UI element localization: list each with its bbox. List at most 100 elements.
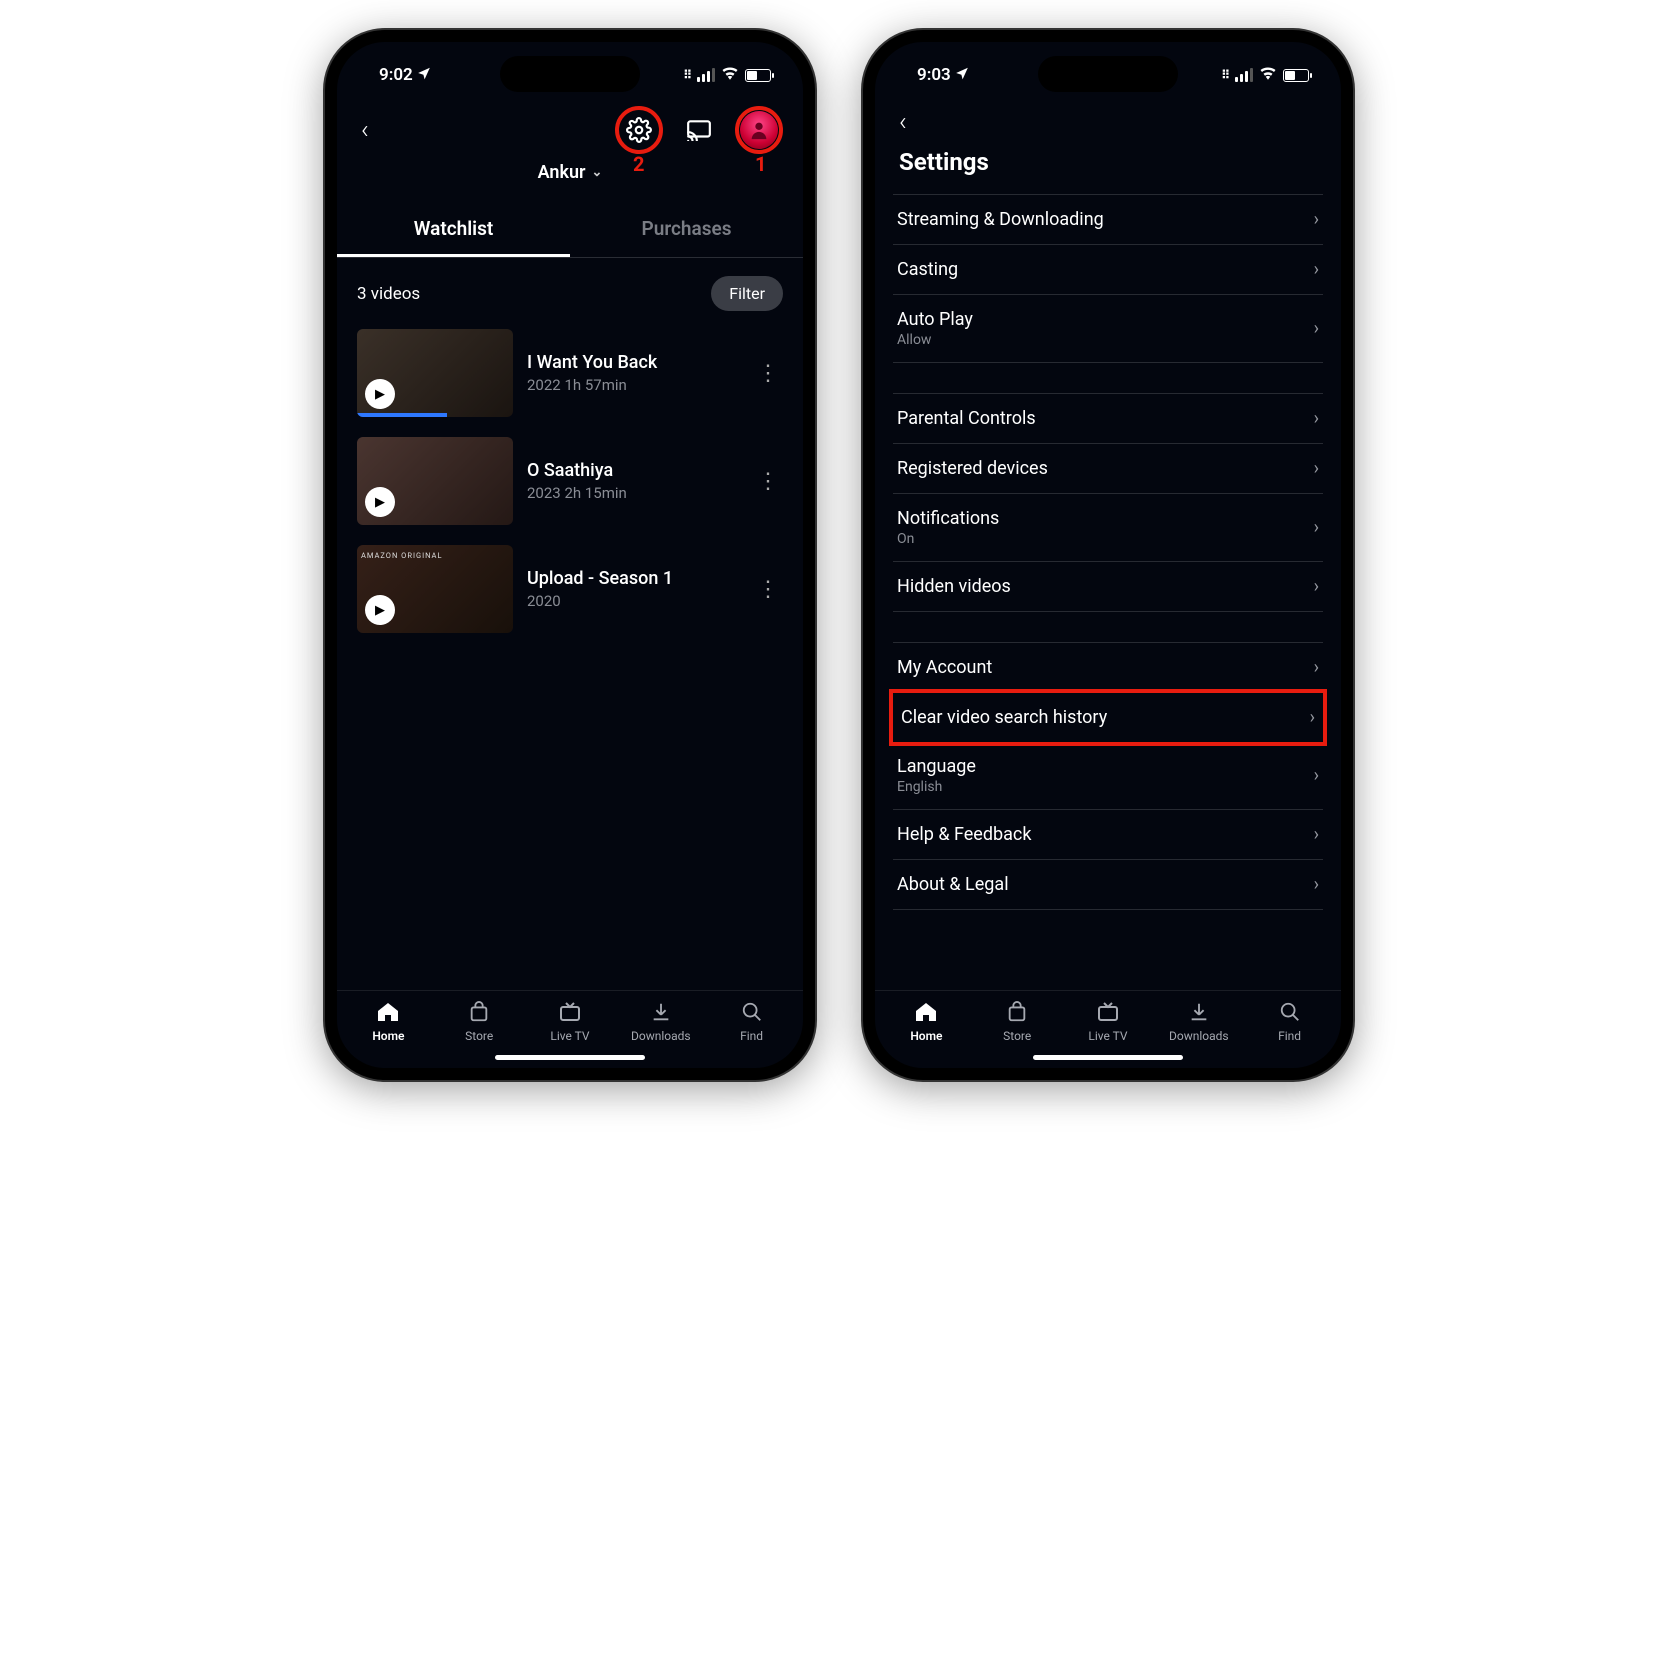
tab-purchases[interactable]: Purchases — [570, 203, 803, 257]
location-icon — [955, 65, 969, 85]
setting-account[interactable]: My Account › — [893, 642, 1323, 693]
settings-group-1: Streaming & Downloading › Casting › Auto… — [875, 194, 1341, 363]
cellular-icon — [1235, 68, 1253, 82]
gear-icon — [626, 117, 652, 143]
thumbnail[interactable]: ▶ — [357, 437, 513, 525]
bottom-tab-bar: Home Store Live TV Downloads Find — [875, 990, 1341, 1049]
chevron-right-icon: › — [1314, 408, 1319, 429]
setting-devices[interactable]: Registered devices › — [893, 444, 1323, 494]
setting-autoplay[interactable]: Auto Play Allow › — [893, 295, 1323, 363]
annotation-1: 1 — [755, 152, 766, 176]
search-icon — [1279, 999, 1301, 1025]
home-indicator[interactable] — [495, 1055, 645, 1060]
dynamic-island — [1038, 56, 1178, 92]
back-button[interactable]: ‹ — [361, 115, 369, 145]
back-button[interactable]: ‹ — [899, 107, 907, 137]
cellular-icon — [697, 68, 715, 82]
tab-watchlist[interactable]: Watchlist — [337, 203, 570, 257]
chevron-right-icon: › — [1314, 824, 1319, 845]
phone-left: 9:02 ⠿ ‹ 2 — [325, 30, 815, 1080]
phone-right: 9:03 ⠿ ‹ Settings Streaming & Downloadin — [863, 30, 1353, 1080]
tab-home[interactable]: Home — [881, 999, 972, 1043]
tab-store[interactable]: Store — [434, 999, 525, 1043]
video-meta: 2020 — [527, 592, 739, 610]
home-icon — [376, 999, 400, 1025]
settings-button-highlighted[interactable]: 2 — [615, 106, 663, 154]
signal-extra-icon: ⠿ — [1221, 68, 1229, 82]
tab-find[interactable]: Find — [1244, 999, 1335, 1043]
annotation-2: 2 — [633, 152, 644, 176]
chevron-right-icon: › — [1314, 874, 1319, 895]
chevron-right-icon: › — [1314, 657, 1319, 678]
battery-icon — [1283, 69, 1309, 82]
video-title: O Saathiya — [527, 460, 739, 481]
filter-button[interactable]: Filter — [711, 276, 783, 311]
play-icon: ▶ — [365, 595, 395, 625]
dynamic-island — [500, 56, 640, 92]
home-icon — [914, 999, 938, 1025]
download-icon — [1188, 999, 1210, 1025]
amazon-original-tag: AMAZON ORIGINAL — [357, 549, 447, 562]
store-icon — [1006, 999, 1028, 1025]
chevron-down-icon: ⌄ — [591, 165, 602, 180]
tab-home[interactable]: Home — [343, 999, 434, 1043]
cast-button[interactable] — [677, 108, 721, 152]
setting-hidden[interactable]: Hidden videos › — [893, 562, 1323, 612]
chevron-right-icon: › — [1314, 259, 1319, 280]
play-icon: ▶ — [365, 487, 395, 517]
setting-clear-history-highlighted[interactable]: Clear video search history › — [889, 689, 1327, 746]
setting-language[interactable]: Language English › — [893, 742, 1323, 810]
tv-icon — [1096, 999, 1120, 1025]
tab-store[interactable]: Store — [972, 999, 1063, 1043]
cast-icon — [686, 119, 712, 141]
page-title: Settings — [875, 144, 1341, 194]
top-nav: ‹ — [875, 96, 1341, 144]
video-title: I Want You Back — [527, 352, 739, 373]
search-icon — [741, 999, 763, 1025]
status-time: 9:03 — [917, 65, 951, 85]
wifi-icon — [721, 65, 739, 85]
tab-livetv[interactable]: Live TV — [1063, 999, 1154, 1043]
setting-help[interactable]: Help & Feedback › — [893, 810, 1323, 860]
store-icon — [468, 999, 490, 1025]
tab-downloads[interactable]: Downloads — [1153, 999, 1244, 1043]
tab-find[interactable]: Find — [706, 999, 797, 1043]
setting-parental[interactable]: Parental Controls › — [893, 393, 1323, 444]
video-row[interactable]: ▶ O Saathiya 2023 2h 15min ⋮ — [337, 431, 803, 539]
video-row[interactable]: ▶ I Want You Back 2022 1h 57min ⋮ — [337, 323, 803, 431]
screen-watchlist: 9:02 ⠿ ‹ 2 — [337, 42, 803, 1068]
wifi-icon — [1259, 65, 1277, 85]
setting-casting[interactable]: Casting › — [893, 245, 1323, 295]
thumbnail[interactable]: ▶ — [357, 329, 513, 417]
profile-button-highlighted[interactable]: 1 — [735, 106, 783, 154]
video-title: Upload - Season 1 — [527, 568, 739, 589]
download-icon — [650, 999, 672, 1025]
video-meta: 2023 2h 15min — [527, 484, 739, 502]
chevron-right-icon: › — [1310, 707, 1315, 728]
tab-livetv[interactable]: Live TV — [525, 999, 616, 1043]
location-icon — [417, 65, 431, 85]
video-meta: 2022 1h 57min — [527, 376, 739, 394]
more-button[interactable]: ⋮ — [753, 577, 783, 602]
setting-streaming[interactable]: Streaming & Downloading › — [893, 194, 1323, 245]
video-count: 3 videos — [357, 284, 420, 304]
content-tabs: Watchlist Purchases — [337, 203, 803, 258]
profile-name: Ankur — [538, 162, 586, 183]
profile-selector[interactable]: Ankur ⌄ — [337, 156, 803, 203]
play-icon: ▶ — [365, 379, 395, 409]
tv-icon — [558, 999, 582, 1025]
settings-group-2: Parental Controls › Registered devices ›… — [875, 393, 1341, 612]
tab-downloads[interactable]: Downloads — [615, 999, 706, 1043]
setting-notifications[interactable]: Notifications On › — [893, 494, 1323, 562]
home-indicator[interactable] — [1033, 1055, 1183, 1060]
signal-extra-icon: ⠿ — [683, 68, 691, 82]
video-row[interactable]: AMAZON ORIGINAL ▶ Upload - Season 1 2020… — [337, 539, 803, 647]
battery-icon — [745, 69, 771, 82]
more-button[interactable]: ⋮ — [753, 361, 783, 386]
more-button[interactable]: ⋮ — [753, 469, 783, 494]
setting-about[interactable]: About & Legal › — [893, 860, 1323, 910]
thumbnail[interactable]: AMAZON ORIGINAL ▶ — [357, 545, 513, 633]
chevron-right-icon: › — [1314, 318, 1319, 339]
avatar-icon — [740, 111, 778, 149]
list-header: 3 videos Filter — [337, 258, 803, 323]
